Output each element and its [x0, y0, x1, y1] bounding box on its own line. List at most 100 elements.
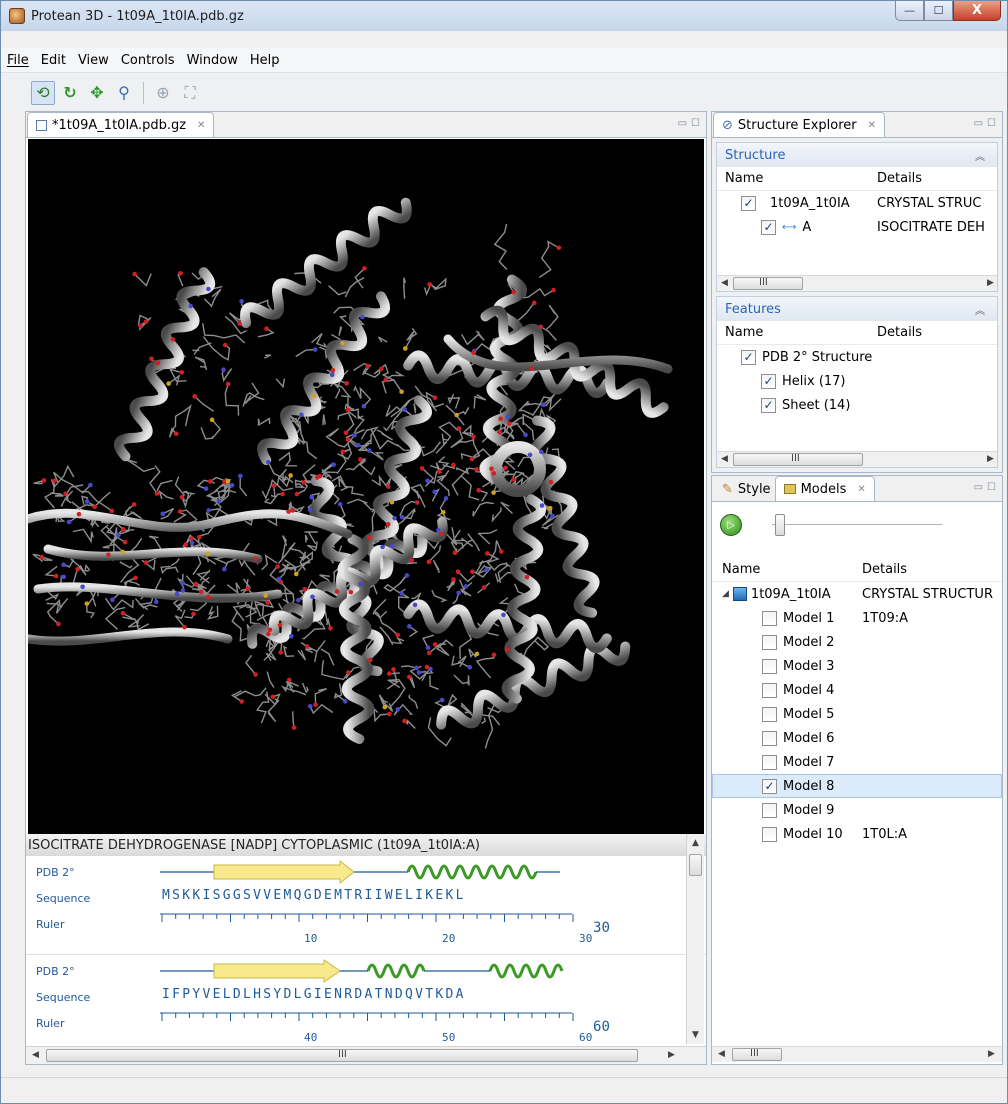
model-row[interactable]: Model 3 [712, 654, 1002, 678]
minimize-pane-icon[interactable]: ▭ [974, 482, 983, 493]
scroll-right-icon[interactable]: ▶ [987, 278, 994, 288]
scroll-left-icon[interactable]: ◀ [718, 1049, 725, 1059]
model-row[interactable]: Model 4 [712, 678, 1002, 702]
tab-models[interactable]: Models ✕ [774, 476, 875, 501]
scroll-down-icon[interactable]: ▼ [692, 1030, 699, 1040]
fit-icon[interactable]: ⛶ [178, 81, 202, 105]
checkbox[interactable] [762, 610, 777, 626]
close-tab-icon[interactable]: ✕ [197, 120, 205, 131]
maximize-pane-icon[interactable]: ☐ [691, 118, 700, 129]
checkbox[interactable] [762, 730, 777, 746]
checkbox[interactable]: ✓ [761, 219, 776, 235]
model-row[interactable]: Model 10 1T0L:A [712, 822, 1002, 846]
tree-row[interactable]: ✓ Sheet (14) [717, 393, 997, 417]
structure-horizontal-scrollbar[interactable]: ◀ III ▶ [717, 275, 997, 291]
row-name: Model 4 [783, 682, 835, 698]
menu-file[interactable]: File [1, 53, 35, 68]
menu-controls[interactable]: Controls [115, 53, 181, 68]
checkbox[interactable] [762, 658, 777, 674]
close-tab-icon[interactable]: ✕ [868, 120, 876, 131]
row-name: PDB 2° Structure [762, 349, 873, 365]
model-row[interactable]: Model 2 [712, 630, 1002, 654]
model-row-selected[interactable]: ✓ Model 8 [712, 774, 1002, 798]
zoom-icon[interactable]: ⚲ [112, 81, 136, 105]
checkbox[interactable]: ✓ [741, 349, 756, 365]
row-name: Helix (17) [782, 373, 846, 389]
secondary-structure-track [160, 859, 560, 885]
scroll-right-icon[interactable]: ▶ [668, 1050, 675, 1060]
frame-slider-track[interactable] [772, 524, 942, 527]
center-icon[interactable]: ⊕ [151, 81, 175, 105]
tab-structure-explorer[interactable]: ⊘ Structure Explorer ✕ [713, 112, 886, 137]
col-name[interactable]: Name [712, 562, 862, 577]
checkbox[interactable] [762, 706, 777, 722]
col-details[interactable]: Details [862, 562, 907, 577]
checkbox[interactable]: ✓ [741, 195, 756, 211]
move-icon[interactable]: ✥ [85, 81, 109, 105]
checkbox[interactable] [762, 802, 777, 818]
minimize-button[interactable]: — [895, 1, 924, 21]
scroll-up-icon[interactable]: ▲ [692, 838, 699, 848]
model-row[interactable]: Model 1 1T09:A [712, 606, 1002, 630]
tab-style[interactable]: ✎ Style [713, 476, 774, 501]
scroll-right-icon[interactable]: ▶ [987, 454, 994, 464]
scroll-right-icon[interactable]: ▶ [988, 1049, 995, 1059]
close-tab-icon[interactable]: ✕ [857, 484, 865, 495]
tab-structure-file[interactable]: *1t09A_1t0IA.pdb.gz ✕ [27, 112, 215, 137]
model-row[interactable]: Model 6 [712, 726, 1002, 750]
tree-row[interactable]: ✓ PDB 2° Structure [717, 345, 997, 369]
expand-icon[interactable]: ◢ [722, 589, 729, 599]
tree-row-root[interactable]: ◢ 1t09A_1t0IA CRYSTAL STRUCTUR [712, 582, 1002, 606]
checkbox[interactable]: ✓ [761, 373, 776, 389]
frame-slider-thumb[interactable] [775, 514, 785, 536]
col-name[interactable]: Name [717, 325, 877, 340]
molecule-3d-viewer[interactable] [28, 139, 704, 834]
models-horizontal-scrollbar[interactable]: ◀ III ▶ [712, 1046, 1002, 1062]
checkbox[interactable] [762, 826, 777, 842]
app-logo-icon [9, 8, 25, 24]
menu-edit[interactable]: Edit [35, 53, 72, 68]
sequence-vertical-scrollbar[interactable]: ▲ ▼ [686, 834, 704, 1044]
minimize-pane-icon[interactable]: ▭ [678, 118, 687, 129]
restore-button[interactable]: ☐ [924, 1, 953, 21]
tree-row[interactable]: ✓ 1t09A_1t0IA CRYSTAL STRUC [717, 191, 997, 215]
collapse-icon[interactable]: ︽ [975, 302, 985, 317]
col-details[interactable]: Details [877, 171, 922, 186]
rotate-icon[interactable]: ⟲ [31, 80, 55, 105]
minimize-pane-icon[interactable]: ▭ [974, 118, 983, 129]
model-row[interactable]: Model 5 [712, 702, 1002, 726]
menu-window[interactable]: Window [181, 53, 244, 68]
features-horizontal-scrollbar[interactable]: ◀ III ▶ [717, 451, 997, 467]
col-name[interactable]: Name [717, 171, 877, 186]
editor-tab-row: *1t09A_1t0IA.pdb.gz ✕ ▭ ☐ [26, 112, 706, 138]
structure-section-header[interactable]: Structure ︽ [717, 143, 997, 167]
checkbox[interactable] [762, 754, 777, 770]
play-button[interactable]: ▷ [720, 514, 742, 536]
menu-help[interactable]: Help [244, 53, 286, 68]
editor-horizontal-scrollbar[interactable]: ◀ III ▶ [26, 1046, 706, 1064]
editor-pane-controls: ▭ ☐ [678, 118, 700, 129]
scroll-left-icon[interactable]: ◀ [721, 278, 728, 288]
section-title: Features [725, 301, 781, 317]
refresh-icon[interactable]: ↻ [58, 81, 82, 105]
collapse-icon[interactable]: ︽ [975, 148, 985, 163]
checkbox[interactable]: ✓ [761, 397, 776, 413]
checkbox[interactable] [762, 682, 777, 698]
tree-row[interactable]: ✓ Helix (17) [717, 369, 997, 393]
menu-view[interactable]: View [72, 53, 115, 68]
features-section-header[interactable]: Features ︽ [717, 297, 997, 321]
tree-row[interactable]: ✓ ⟷ A ISOCITRATE DEH [717, 215, 997, 239]
title-bar[interactable]: Protean 3D - 1t09A_1t0IA.pdb.gz — ☐ X [1, 1, 1007, 31]
checkbox[interactable] [762, 634, 777, 650]
checkbox[interactable]: ✓ [762, 778, 777, 794]
close-button[interactable]: X [953, 1, 1001, 21]
scroll-thumb[interactable] [733, 277, 803, 290]
scroll-left-icon[interactable]: ◀ [32, 1050, 39, 1060]
scroll-left-icon[interactable]: ◀ [721, 454, 728, 464]
scroll-thumb[interactable] [689, 854, 702, 876]
model-row[interactable]: Model 9 [712, 798, 1002, 822]
maximize-pane-icon[interactable]: ☐ [987, 482, 996, 493]
col-details[interactable]: Details [877, 325, 922, 340]
maximize-pane-icon[interactable]: ☐ [987, 118, 996, 129]
model-row[interactable]: Model 7 [712, 750, 1002, 774]
